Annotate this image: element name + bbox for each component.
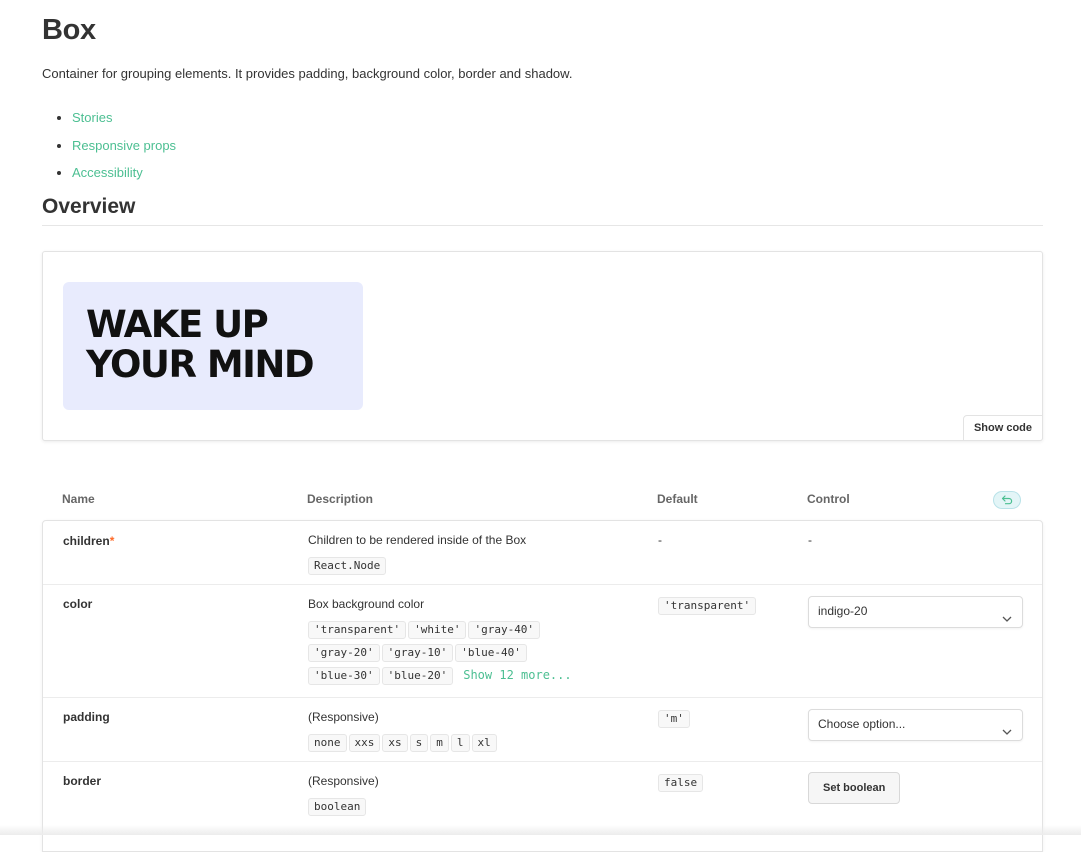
prop-description: (Responsive) <box>308 710 379 724</box>
table-row: padding (Responsive) none xxs xs s m l xl 'm' … <box>43 698 1042 762</box>
prop-type-chips: 'gray-20''gray-10''blue-40' <box>308 643 529 662</box>
prop-type-chips: React.Node <box>308 556 388 575</box>
type-chip: 'blue-30' <box>308 667 380 685</box>
column-header-description: Description <box>307 492 374 506</box>
type-chip: xl <box>471 734 497 752</box>
type-chip: 'gray-20' <box>308 644 380 662</box>
select-value: Choose option... <box>818 717 906 731</box>
reset-controls-button[interactable] <box>993 491 1021 509</box>
page-description: Container for grouping elements. It prov… <box>42 66 573 81</box>
padding-select[interactable]: Choose option... <box>808 709 1023 741</box>
scroll-fade <box>0 825 1081 835</box>
prop-control-empty: - <box>808 533 812 547</box>
select-value: indigo-20 <box>818 604 868 618</box>
toc-item: Accessibility <box>72 159 176 187</box>
toc-link-accessibility[interactable]: Accessibility <box>72 165 143 180</box>
toc-item: Stories <box>72 104 176 132</box>
type-chip: React.Node <box>308 557 387 575</box>
prop-type-chips: 'blue-30''blue-20' Show 12 more... <box>308 666 572 685</box>
chevron-down-icon <box>1002 609 1012 627</box>
table-row: children* Children to be rendered inside… <box>43 521 1042 585</box>
table-row: color Box background color 'transparent'… <box>43 585 1042 698</box>
type-chip: xxs <box>348 734 381 752</box>
prop-type-chips: boolean <box>308 797 368 816</box>
prop-default: false <box>658 773 705 792</box>
default-chip: 'm' <box>658 710 690 728</box>
column-header-name: Name <box>62 492 95 506</box>
show-code-button[interactable]: Show code <box>962 415 1043 441</box>
prop-name-label: padding <box>63 710 110 724</box>
prop-type-chips: none xxs xs s m l xl <box>308 733 499 752</box>
undo-icon <box>1001 495 1013 505</box>
demo-text-line-2: YOUR MIND <box>86 343 315 386</box>
set-boolean-button[interactable]: Set boolean <box>808 772 901 804</box>
type-chip: 'white' <box>408 621 467 639</box>
prop-description: Children to be rendered inside of the Bo… <box>308 533 527 547</box>
prop-name: children* <box>63 534 114 548</box>
story-preview: WAKE UP YOUR MIND Show code <box>42 251 1043 441</box>
type-chip: 'blue-20' <box>381 667 454 685</box>
prop-description: (Responsive) <box>308 774 379 788</box>
type-chip: 'gray-10' <box>381 644 454 662</box>
overview-heading: Overview <box>42 195 136 218</box>
prop-default: 'transparent' <box>658 596 758 615</box>
prop-default: - <box>658 533 662 547</box>
type-chip: boolean <box>308 798 367 816</box>
type-chip: none <box>308 734 347 752</box>
props-table: children* Children to be rendered inside… <box>42 520 1043 852</box>
show-more-link[interactable]: Show 12 more... <box>463 668 571 682</box>
column-header-default: Default <box>657 492 698 506</box>
default-chip: false <box>658 774 704 792</box>
heading-divider <box>42 225 1043 226</box>
prop-name-label: border <box>63 774 102 788</box>
chevron-down-icon <box>1002 722 1012 740</box>
page-title: Box <box>42 14 96 46</box>
default-chip: 'transparent' <box>658 597 757 615</box>
required-mark: * <box>109 534 115 548</box>
type-chip: s <box>409 734 429 752</box>
color-select[interactable]: indigo-20 <box>808 596 1023 628</box>
toc-item: Responsive props <box>72 132 176 160</box>
toc-link-responsive-props[interactable]: Responsive props <box>72 138 176 153</box>
prop-type-chips: 'transparent''white''gray-40' <box>308 620 542 639</box>
type-chip: l <box>450 734 470 752</box>
demo-box: WAKE UP YOUR MIND <box>63 282 363 410</box>
prop-name-label: children <box>63 534 110 548</box>
type-chip: 'blue-40' <box>455 644 527 662</box>
type-chip: 'gray-40' <box>468 621 541 639</box>
prop-default: 'm' <box>658 709 692 728</box>
type-chip: 'transparent' <box>308 621 407 639</box>
prop-name-label: color <box>63 597 93 611</box>
type-chip: m <box>430 734 449 752</box>
column-header-control: Control <box>807 492 850 506</box>
table-of-contents: Stories Responsive props Accessibility <box>42 104 176 187</box>
prop-description: Box background color <box>308 597 425 611</box>
demo-text-line-1: WAKE UP <box>86 303 269 346</box>
toc-link-stories[interactable]: Stories <box>72 110 112 125</box>
type-chip: xs <box>382 734 408 752</box>
